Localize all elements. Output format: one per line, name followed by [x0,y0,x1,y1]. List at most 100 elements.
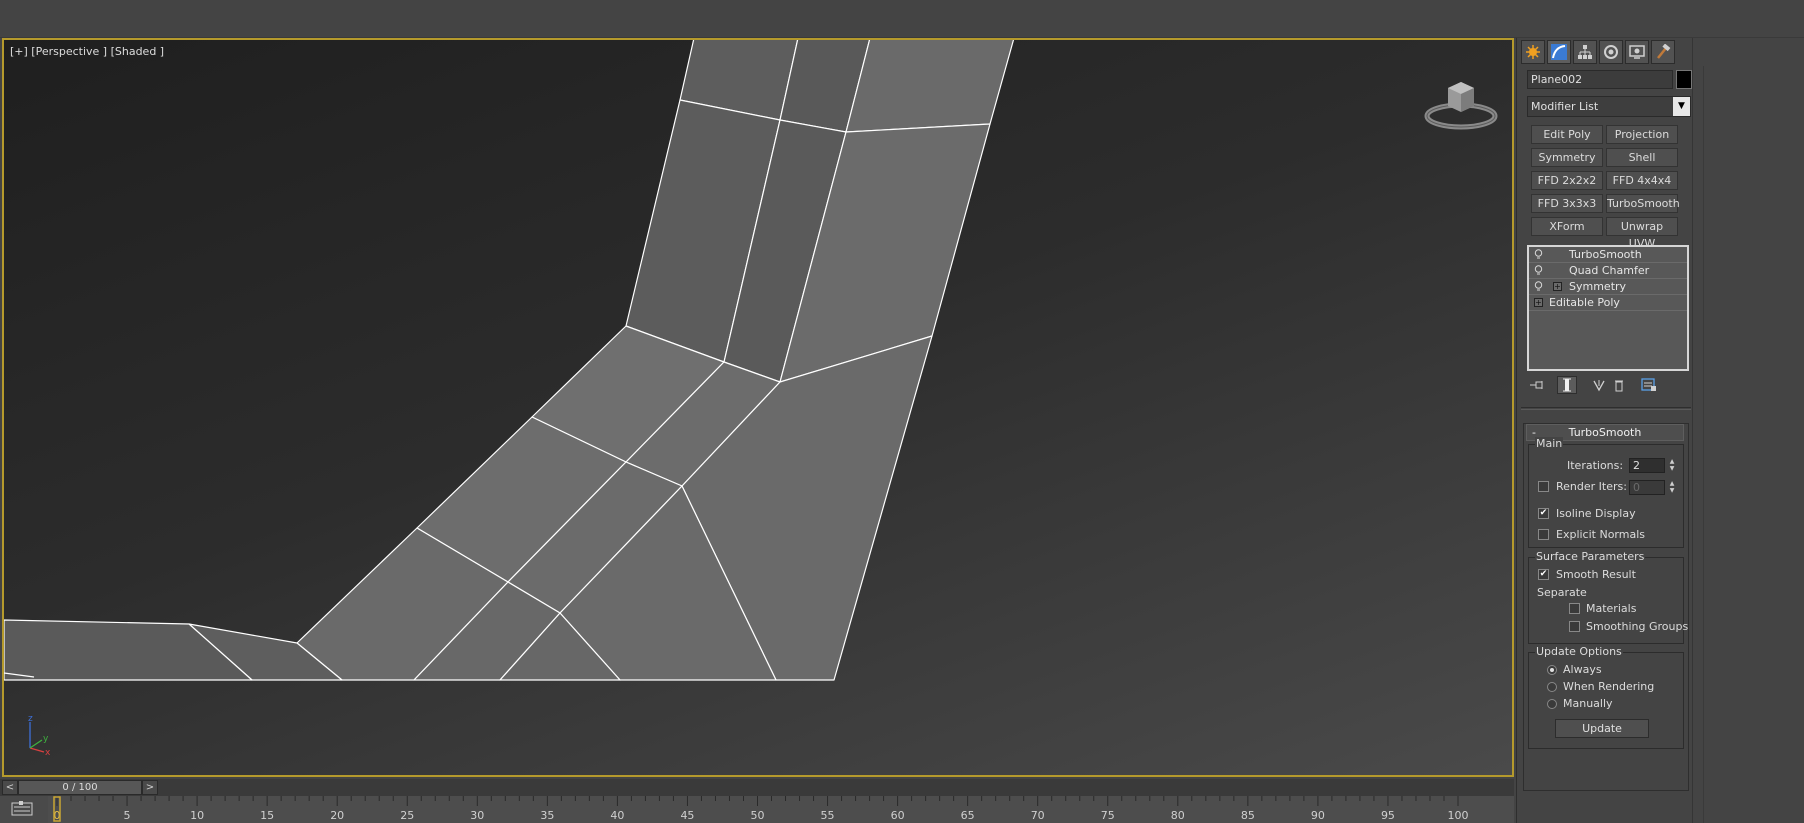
when-rendering-radio[interactable] [1547,682,1557,692]
projection-button[interactable]: Projection [1606,125,1678,144]
modify-icon [1551,44,1567,60]
create-icon [1526,45,1540,59]
tab-modify[interactable] [1547,40,1571,64]
materials-checkbox[interactable] [1569,603,1580,614]
smoothing-groups-checkbox[interactable] [1569,621,1580,632]
ruler-tick-label: 95 [1381,809,1395,822]
expand-icon[interactable]: + [1534,298,1543,307]
group-title: Main [1535,437,1564,450]
next-frame-button[interactable]: > [142,780,158,795]
curve-editor-icon[interactable] [10,800,36,818]
smooth-result-label: Smooth Result [1556,568,1636,581]
xform-button[interactable]: XForm [1531,217,1603,236]
ruler-tick-label: 50 [751,809,765,822]
ruler-tick-label: 45 [680,809,694,822]
remove-modifier-icon[interactable] [1609,376,1629,394]
configure-modifier-sets-icon[interactable] [1639,376,1659,394]
axis-y-label: y [43,734,49,744]
group-title: Update Options [1535,645,1623,658]
modifier-stack[interactable]: TurboSmooth Quad Chamfer + Symmetry + Ed… [1527,245,1689,371]
mesh-view[interactable] [4,40,1514,777]
stack-item-quad-chamfer[interactable]: Quad Chamfer [1529,263,1687,279]
ruler-tick-label: 5 [124,809,131,822]
hierarchy-icon [1578,45,1592,59]
ruler-tick-label: 75 [1101,809,1115,822]
iterations-spinner[interactable]: 2 [1629,458,1665,473]
update-options-group: Update Options Always When Rendering Man… [1528,645,1684,749]
tab-create[interactable] [1521,40,1545,64]
stack-item-label: Symmetry [1569,280,1627,293]
time-slider[interactable]: 0 / 100 [18,780,142,795]
tab-hierarchy[interactable] [1573,40,1597,64]
chevron-down-icon[interactable]: ▼ [1673,97,1690,116]
viewcube-icon[interactable] [1422,74,1500,130]
always-radio[interactable] [1547,665,1557,675]
tab-utilities[interactable] [1651,40,1675,64]
command-panel-tabs [1521,40,1675,66]
stack-toolbar [1525,374,1691,396]
axis-x-label: x [45,748,51,756]
ffd-2x2x2-button[interactable]: FFD 2x2x2 [1531,171,1603,190]
iterations-spinner-arrows[interactable]: ▲ ▼ [1667,458,1677,473]
symmetry-button[interactable]: Symmetry [1531,148,1603,167]
modifier-list-label: Modifier List [1531,100,1599,113]
tab-motion[interactable] [1599,40,1623,64]
prev-frame-button[interactable]: < [2,780,18,795]
shell-button[interactable]: Shell [1606,148,1678,167]
ruler-tick-label: 90 [1311,809,1325,822]
command-panel: Plane002 Modifier List ▼ Edit Poly Proje… [1516,38,1692,823]
manually-radio[interactable] [1547,699,1557,709]
isoline-display-checkbox[interactable]: ✔ [1538,508,1549,519]
show-end-result-icon[interactable] [1557,376,1577,394]
time-slider-bar: < 0 / 100 > [0,779,1514,796]
frame-ruler[interactable]: 0 5 10 15 20 25 30 35 40 45 50 55 60 65 70 75 80 85 90 95 10… [0,796,1514,823]
lightbulb-icon[interactable] [1533,281,1544,292]
render-iters-label: Render Iters: [1556,480,1627,493]
axis-z-label: z [28,714,33,724]
trackbar[interactable]: 0 5 10 15 20 25 30 35 40 45 50 55 60 65 70 75 80 85 90 95 10… [0,796,1514,823]
perspective-viewport[interactable]: [+] [Perspective ] [Shaded ] z x y [2,38,1514,777]
pin-stack-icon[interactable] [1527,376,1547,394]
stack-item-editable-poly[interactable]: + Editable Poly [1529,295,1687,311]
lightbulb-icon[interactable] [1533,249,1544,260]
object-name-field[interactable]: Plane002 [1527,70,1673,89]
edit-poly-button[interactable]: Edit Poly [1531,125,1603,144]
render-iters-checkbox[interactable] [1538,481,1549,492]
ffd-4x4x4-button[interactable]: FFD 4x4x4 [1606,171,1678,190]
expand-icon[interactable]: + [1553,282,1562,291]
update-button[interactable]: Update [1555,719,1649,738]
main-toolbar [0,0,1804,38]
lightbulb-icon[interactable] [1533,265,1544,276]
ruler-tick-label: 85 [1241,809,1255,822]
tab-display[interactable] [1625,40,1649,64]
unwrap-uvw-button[interactable]: Unwrap UVW [1606,217,1678,250]
panel-divider [1521,407,1691,410]
make-unique-icon[interactable] [1589,376,1609,394]
stack-item-label: Editable Poly [1549,296,1620,309]
mesh-faces [4,40,1015,681]
stack-item-symmetry[interactable]: + Symmetry [1529,279,1687,295]
main-group: Main Iterations: 2 ▲ ▼ Render Iters: 0 ▲ ▼… [1528,437,1684,548]
render-iters-spinner-arrows[interactable]: ▲ ▼ [1667,480,1677,495]
ruler-tick-label: 20 [330,809,344,822]
render-iters-spinner[interactable]: 0 [1629,480,1665,495]
viewport-label[interactable]: [+] [Perspective ] [Shaded ] [10,45,164,58]
turbosmooth-button[interactable]: TurboSmooth [1606,194,1680,213]
object-color-swatch[interactable] [1676,70,1692,89]
explicit-normals-label: Explicit Normals [1556,528,1645,541]
separate-label: Separate [1537,586,1587,599]
motion-icon [1604,45,1618,59]
manually-label: Manually [1563,697,1613,710]
ruler-tick-label: 55 [821,809,835,822]
ruler-tick-label: 40 [610,809,624,822]
smooth-result-checkbox[interactable]: ✔ [1538,569,1549,580]
rollout-title: TurboSmooth [1568,426,1642,439]
stack-item-turbosmooth[interactable]: TurboSmooth [1529,247,1687,263]
group-title: Surface Parameters [1535,550,1646,563]
ruler-tick-label: 60 [891,809,905,822]
explicit-normals-checkbox[interactable] [1538,529,1549,540]
modifier-list-dropdown[interactable]: Modifier List ▼ [1527,96,1691,117]
mesh-face [845,40,1015,133]
ffd-3x3x3-button[interactable]: FFD 3x3x3 [1531,194,1603,213]
axis-tripod-icon: z x y [28,714,51,756]
